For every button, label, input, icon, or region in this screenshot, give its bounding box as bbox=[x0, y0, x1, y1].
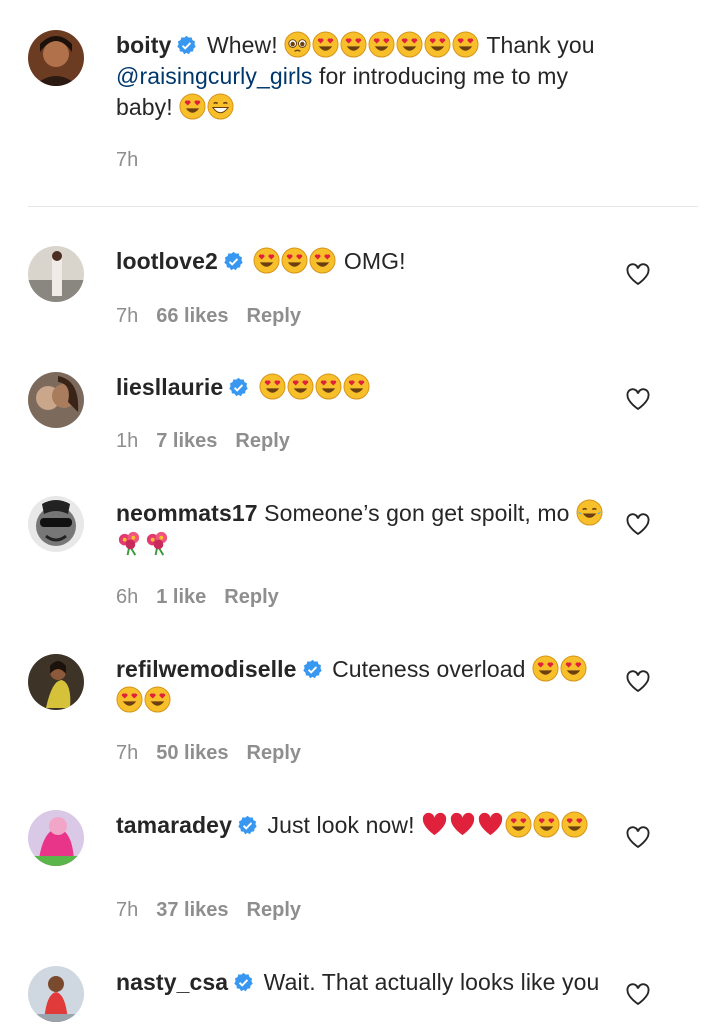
avatar[interactable] bbox=[28, 654, 84, 710]
heart-eyes-emoji-icon bbox=[312, 31, 339, 58]
like-count[interactable]: 37 likes bbox=[156, 899, 228, 921]
username[interactable]: nasty_csa bbox=[116, 969, 228, 995]
comment-meta: 7h 50 likes Reply bbox=[116, 742, 319, 765]
comment-body: Someone’s gon get spoilt, mo bbox=[264, 500, 570, 526]
like-count[interactable]: 1 like bbox=[156, 586, 206, 608]
like-count[interactable]: 66 likes bbox=[156, 305, 228, 327]
timestamp: 7h bbox=[116, 149, 139, 171]
heart-eyes-emoji-icon bbox=[343, 373, 370, 400]
username[interactable]: liesllaurie bbox=[116, 374, 223, 400]
caption-text-mid: Thank you bbox=[486, 32, 595, 58]
divider bbox=[28, 206, 698, 207]
flower-bouquet-emoji-icon bbox=[116, 530, 143, 557]
heart-eyes-emoji-icon bbox=[424, 31, 451, 58]
heart-eyes-emoji-icon bbox=[560, 655, 587, 682]
heart-eyes-emoji-icon bbox=[253, 247, 280, 274]
heart-eyes-emoji-icon bbox=[259, 373, 286, 400]
timestamp: 1h bbox=[116, 430, 139, 452]
heart-eyes-emoji-icon bbox=[116, 686, 143, 713]
comment-meta: 7h 66 likes Reply bbox=[116, 305, 319, 328]
caption-text-before: Whew! bbox=[206, 32, 278, 58]
comment-body: Cuteness overload bbox=[332, 656, 526, 682]
timestamp: 7h bbox=[116, 899, 139, 921]
comment-body: OMG! bbox=[343, 248, 406, 274]
caption-meta: 7h bbox=[116, 149, 156, 172]
red-heart-emoji-icon bbox=[421, 811, 448, 838]
heart-eyes-emoji-icon bbox=[452, 31, 479, 58]
heart-outline-icon[interactable] bbox=[624, 823, 652, 851]
comment-text: lootlove2 OMG! bbox=[116, 246, 611, 277]
pleading-face-emoji-icon bbox=[284, 31, 311, 58]
grinning-face-emoji-icon bbox=[207, 93, 234, 120]
avatar[interactable] bbox=[28, 810, 84, 866]
avatar[interactable] bbox=[28, 372, 84, 428]
avatar[interactable] bbox=[28, 496, 84, 552]
heart-eyes-emoji-icon bbox=[340, 31, 367, 58]
flower-bouquet-emoji-icon bbox=[144, 530, 171, 557]
heart-eyes-emoji-icon bbox=[396, 31, 423, 58]
comment-text: neommats17 Someone’s gon get spoilt, mo bbox=[116, 498, 611, 560]
verified-badge-icon bbox=[176, 35, 197, 56]
heart-eyes-emoji-icon bbox=[309, 247, 336, 274]
heart-eyes-emoji-icon bbox=[144, 686, 171, 713]
heart-eyes-emoji-icon bbox=[315, 373, 342, 400]
timestamp: 7h bbox=[116, 742, 139, 764]
heart-eyes-emoji-icon bbox=[368, 31, 395, 58]
heart-eyes-emoji-icon bbox=[561, 811, 588, 838]
username[interactable]: refilwemodiselle bbox=[116, 656, 297, 682]
heart-eyes-emoji-icon bbox=[281, 247, 308, 274]
comment-text: refilwemodiselle Cuteness overload bbox=[116, 654, 611, 716]
reply-button[interactable]: Reply bbox=[247, 305, 301, 327]
comment-meta: 6h 1 like Reply bbox=[116, 586, 297, 609]
comment-body: Wait. That actually looks like you bbox=[263, 969, 600, 995]
verified-badge-icon bbox=[223, 251, 244, 272]
reply-button[interactable]: Reply bbox=[224, 586, 278, 608]
comment-text: tamaradey Just look now! bbox=[116, 810, 611, 841]
avatar[interactable] bbox=[28, 30, 84, 86]
caption-text: boity Whew! Thank you @raisingcurly_girl… bbox=[116, 30, 611, 123]
mention-link[interactable]: @raisingcurly_girls bbox=[116, 63, 313, 89]
red-heart-emoji-icon bbox=[477, 811, 504, 838]
heart-eyes-emoji-icon bbox=[532, 655, 559, 682]
heart-eyes-emoji-icon bbox=[179, 93, 206, 120]
reply-button[interactable]: Reply bbox=[247, 742, 301, 764]
heart-eyes-emoji-icon bbox=[505, 811, 532, 838]
heart-outline-icon[interactable] bbox=[624, 667, 652, 695]
comment-meta: 1h 7 likes Reply bbox=[116, 430, 308, 453]
verified-badge-icon bbox=[302, 659, 323, 680]
like-count[interactable]: 50 likes bbox=[156, 742, 228, 764]
comment-text: liesllaurie bbox=[116, 372, 611, 403]
timestamp: 7h bbox=[116, 305, 139, 327]
heart-eyes-emoji-icon bbox=[287, 373, 314, 400]
red-heart-emoji-icon bbox=[449, 811, 476, 838]
comment-body: Just look now! bbox=[267, 812, 415, 838]
heart-outline-icon[interactable] bbox=[624, 510, 652, 538]
verified-badge-icon bbox=[237, 815, 258, 836]
reply-button[interactable]: Reply bbox=[235, 430, 289, 452]
heart-outline-icon[interactable] bbox=[624, 385, 652, 413]
heart-outline-icon[interactable] bbox=[624, 980, 652, 1008]
heart-eyes-emoji-icon bbox=[533, 811, 560, 838]
comment-meta: 7h 37 likes Reply bbox=[116, 899, 319, 922]
avatar[interactable] bbox=[28, 966, 84, 1022]
tears-of-joy-emoji-icon bbox=[576, 499, 603, 526]
comment-text: nasty_csa Wait. That actually looks like… bbox=[116, 967, 611, 998]
verified-badge-icon bbox=[228, 377, 249, 398]
reply-button[interactable]: Reply bbox=[247, 899, 301, 921]
username[interactable]: tamaradey bbox=[116, 812, 232, 838]
timestamp: 6h bbox=[116, 586, 139, 608]
username[interactable]: neommats17 bbox=[116, 500, 258, 526]
heart-outline-icon[interactable] bbox=[624, 260, 652, 288]
username[interactable]: boity bbox=[116, 32, 171, 58]
username[interactable]: lootlove2 bbox=[116, 248, 218, 274]
like-count[interactable]: 7 likes bbox=[156, 430, 217, 452]
verified-badge-icon bbox=[233, 972, 254, 993]
avatar[interactable] bbox=[28, 246, 84, 302]
comments-screen: boity Whew! Thank you @raisingcurly_girl… bbox=[0, 0, 720, 1032]
